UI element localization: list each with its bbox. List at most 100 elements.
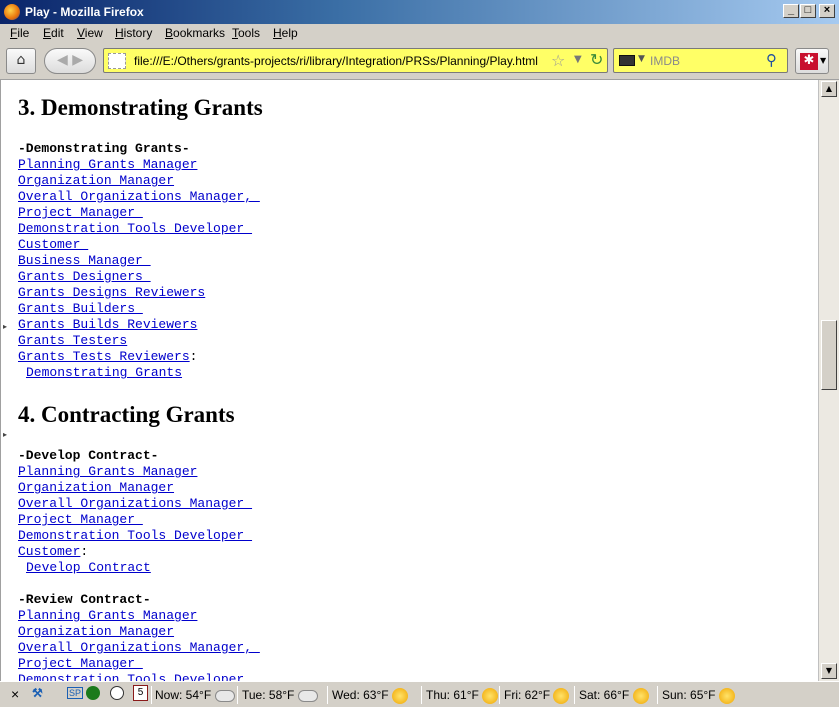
cloud-icon — [297, 689, 318, 702]
weather-sat[interactable]: Sat: 66°F — [579, 688, 649, 704]
magnifier-icon[interactable]: ⚲ — [766, 51, 777, 69]
sp-icon[interactable]: SP — [67, 687, 84, 699]
label-demonstrating-grants: -Demonstrating Grants- — [18, 141, 190, 156]
close-button[interactable]: × — [819, 4, 835, 18]
addon-dropdown-icon[interactable]: ▼ — [820, 56, 826, 65]
weather-sun[interactable]: Sun: 65°F — [662, 688, 735, 704]
page-content: 3. Demonstrating Grants -Demonstrating G… — [0, 80, 818, 681]
role-link[interactable]: Organization Manager — [18, 624, 174, 639]
addon-button[interactable]: ✱ ▼ — [795, 48, 829, 74]
role-link[interactable]: Organization Manager — [18, 480, 174, 495]
maximize-button[interactable]: □ — [800, 4, 816, 18]
vertical-scrollbar[interactable]: ▲ ▼ — [818, 80, 839, 681]
review-contract-block: -Review Contract- Planning Grants Manage… — [18, 592, 260, 681]
role-link[interactable]: Grants Designs Reviewers — [18, 285, 205, 300]
heading-contracting-grants: 4. Contracting Grants — [18, 402, 235, 427]
search-bar[interactable]: ▼ IMDB ⚲ — [613, 48, 788, 73]
menu-help[interactable]: Help — [273, 26, 298, 40]
role-link[interactable]: Business Manager — [18, 253, 151, 268]
forward-arrow-icon[interactable]: ▶ — [72, 52, 83, 68]
separator — [421, 686, 422, 704]
firefox-icon — [4, 4, 20, 20]
menu-tools[interactable]: Tools — [232, 26, 260, 40]
weather-now[interactable]: Now: 54°F — [155, 688, 235, 702]
navigation-toolbar: ⌂ ◀ ▶ file:///E:/Others/grants-projects/… — [0, 42, 839, 80]
menu-history[interactable]: History — [115, 26, 152, 40]
role-link[interactable]: Organization Manager — [18, 173, 174, 188]
search-engine-icon[interactable] — [619, 55, 635, 66]
minimize-button[interactable]: _ — [783, 4, 799, 18]
weather-wed[interactable]: Wed: 63°F — [332, 688, 408, 704]
role-link[interactable]: Demonstration Tools Developer — [18, 528, 252, 543]
sidebar-grip-icon[interactable]: ▸ — [3, 430, 7, 439]
heading-demonstrating-grants: 3. Demonstrating Grants — [18, 95, 263, 120]
menu-edit[interactable]: Edit — [43, 26, 64, 40]
back-forward-button[interactable]: ◀ ▶ — [44, 48, 96, 74]
demonstrating-grants-action-link[interactable]: Demonstrating Grants — [26, 365, 182, 380]
role-link[interactable]: Planning Grants Manager — [18, 157, 197, 172]
reload-icon[interactable]: ↻ — [590, 50, 603, 69]
close-icon[interactable]: × — [11, 686, 19, 702]
url-text[interactable]: file:///E:/Others/grants-projects/ri/lib… — [134, 54, 538, 68]
label-develop-contract: -Develop Contract- — [18, 448, 159, 463]
role-link[interactable]: Planning Grants Manager — [18, 608, 197, 623]
separator — [657, 686, 658, 704]
tool-icon[interactable]: ⚒ — [32, 686, 43, 700]
status-indicator-icon[interactable] — [86, 686, 100, 700]
menu-file[interactable]: File — [10, 26, 29, 40]
role-link[interactable]: Project Manager — [18, 512, 143, 527]
separator — [327, 686, 328, 704]
separator — [574, 686, 575, 704]
role-link[interactable]: Planning Grants Manager — [18, 464, 197, 479]
role-link[interactable]: Demonstration Tools Developer — [18, 672, 244, 681]
role-link[interactable]: Grants Tests Reviewers — [18, 349, 190, 364]
search-placeholder: IMDB — [650, 54, 680, 68]
weather-tue[interactable]: Tue: 58°F — [242, 688, 318, 702]
role-link[interactable]: Overall Organizations Manager — [18, 496, 252, 511]
menu-bar: File Edit View History Bookmarks Tools H… — [0, 24, 839, 42]
menu-view[interactable]: View — [77, 26, 103, 40]
back-arrow-icon[interactable]: ◀ — [57, 52, 68, 68]
colon-separator: : — [189, 349, 198, 364]
label-review-contract: -Review Contract- — [18, 592, 151, 607]
weather-fri[interactable]: Fri: 62°F — [504, 688, 570, 704]
partly-sunny-icon — [718, 688, 735, 704]
role-link[interactable]: Project Manager — [18, 205, 143, 220]
sidebar-grip-icon[interactable]: ▸ — [3, 322, 7, 331]
develop-contract-action-link[interactable]: Develop Contract — [26, 560, 151, 575]
weather-thu[interactable]: Thu: 61°F — [426, 688, 499, 704]
role-link[interactable]: Project Manager — [18, 656, 143, 671]
cloud-icon — [214, 689, 235, 702]
calendar-icon[interactable]: 5 — [133, 685, 148, 701]
scroll-down-icon[interactable]: ▼ — [821, 663, 837, 679]
separator — [151, 686, 152, 704]
role-link[interactable]: Overall Organizations Manager, — [18, 189, 260, 204]
role-link[interactable]: Grants Builds Reviewers — [18, 317, 197, 332]
role-link[interactable]: Demonstration Tools Developer — [18, 221, 252, 236]
addon-icon: ✱ — [800, 53, 818, 70]
role-link[interactable]: Grants Testers — [18, 333, 127, 348]
title-bar: Play - Mozilla Firefox _ □ × — [0, 0, 839, 24]
role-link[interactable]: Overall Organizations Manager, — [18, 640, 260, 655]
develop-contract-block: -Develop Contract- Planning Grants Manag… — [18, 448, 252, 576]
sun-icon — [482, 688, 499, 704]
colon-separator: : — [80, 544, 89, 559]
scroll-thumb[interactable] — [821, 320, 837, 390]
url-bar[interactable]: file:///E:/Others/grants-projects/ri/lib… — [103, 48, 608, 73]
home-button[interactable]: ⌂ — [6, 48, 36, 74]
sun-icon — [553, 688, 570, 704]
partly-sunny-icon — [391, 688, 408, 704]
engine-dropdown-icon[interactable]: ▼ — [638, 54, 645, 64]
role-link[interactable]: Customer — [18, 237, 88, 252]
scroll-up-icon[interactable]: ▲ — [821, 81, 837, 97]
separator — [237, 686, 238, 704]
role-link[interactable]: Grants Designers — [18, 269, 151, 284]
clock-icon[interactable] — [110, 686, 124, 700]
site-identity-icon[interactable] — [108, 53, 126, 69]
bookmark-star-icon[interactable]: ☆ — [551, 51, 565, 70]
menu-bookmarks[interactable]: Bookmarks — [165, 26, 225, 40]
role-link[interactable]: Customer — [18, 544, 80, 559]
role-link[interactable]: Grants Builders — [18, 301, 143, 316]
url-dropdown-icon[interactable]: ▼ — [574, 54, 582, 65]
demonstrating-grants-block: -Demonstrating Grants- Planning Grants M… — [18, 141, 260, 381]
